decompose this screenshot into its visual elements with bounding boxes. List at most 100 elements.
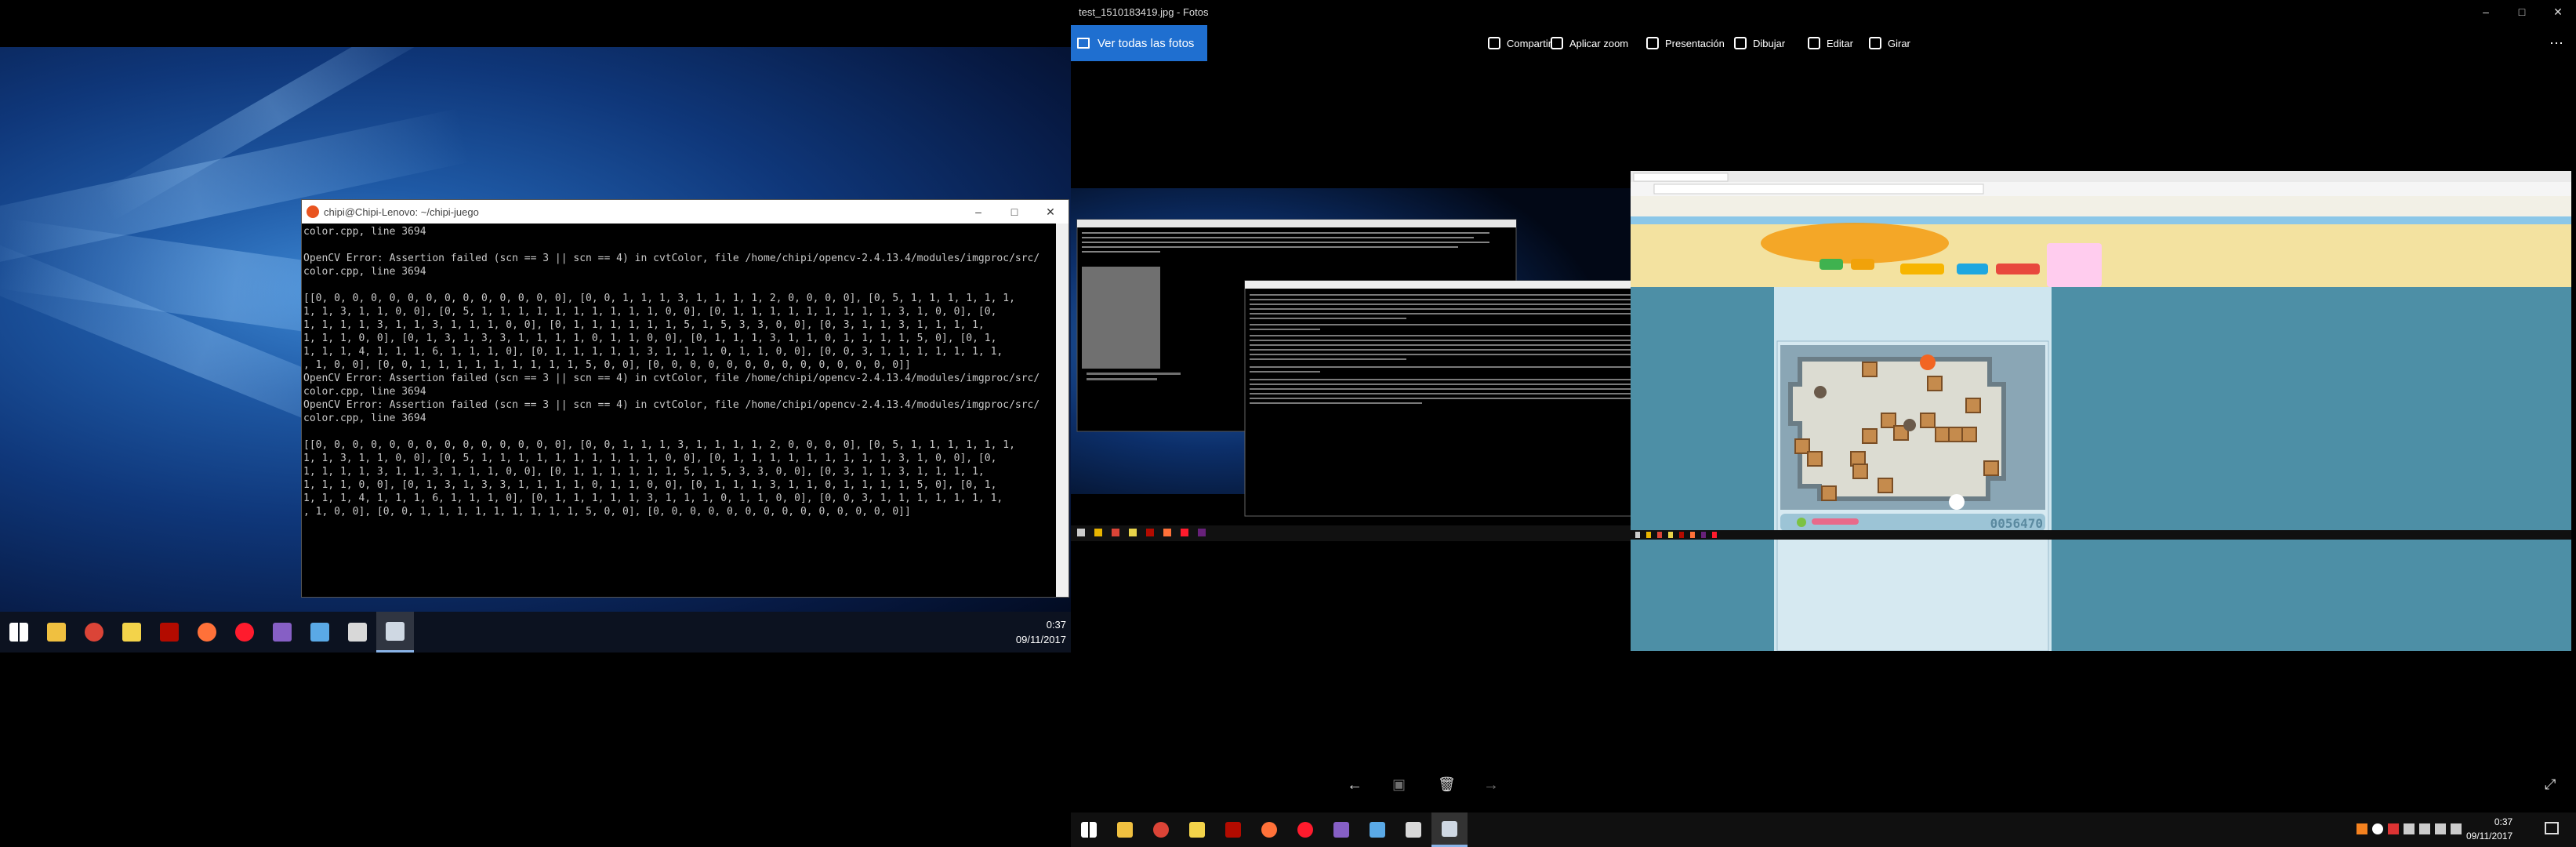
battery-icon[interactable] — [2404, 823, 2415, 834]
presentación-button[interactable]: Presentación — [1646, 25, 1725, 61]
terminal-line: 1, 1, 1, 4, 1, 1, 1, 6, 1, 1, 1, 0], [0,… — [303, 493, 1003, 504]
taskbar-notepad-button[interactable] — [1359, 812, 1395, 847]
taskbar-firefox-button[interactable] — [1251, 812, 1287, 847]
terminal-window[interactable]: chipi@Chipi-Lenovo: ~/chipi-juego – □ ✕ … — [301, 199, 1069, 598]
rotate-icon — [1869, 37, 1881, 49]
taskbar-chrome-button[interactable] — [1143, 812, 1179, 847]
terminal-line: OpenCV Error: Assertion failed (scn == 3… — [303, 373, 1040, 384]
clock-date: 09/11/2017 — [2466, 831, 2513, 842]
system-tray — [2356, 823, 2462, 834]
taskbar-opera-button[interactable] — [226, 612, 263, 653]
chrome-icon — [1153, 822, 1169, 838]
taskbar-firefox-button[interactable] — [188, 612, 226, 653]
clock-time: 0:37 — [1046, 619, 1066, 631]
minimize-button[interactable]: – — [2468, 5, 2504, 18]
taskbar-clock[interactable]: 0:37 09/11/2017 — [2466, 815, 2513, 843]
taskbar-sticky-notes-button[interactable] — [113, 612, 151, 653]
dibujar-button[interactable]: Dibujar — [1734, 25, 1785, 61]
file-explorer-icon — [47, 623, 66, 642]
photos-icon — [386, 621, 405, 641]
close-button[interactable]: ✕ — [2540, 5, 2576, 19]
photos-title: test_1510183419.jpg - Fotos — [1079, 5, 1209, 18]
tray-app-icon[interactable] — [2388, 823, 2399, 834]
terminal-line: 1, 1, 1, 1, 3, 1, 1, 3, 1, 1, 1, 0, 0], … — [303, 466, 985, 478]
compartir-button[interactable]: Compartir — [1488, 25, 1551, 61]
cloud-icon[interactable] — [2372, 823, 2383, 834]
minimize-button[interactable]: – — [960, 205, 996, 218]
taskbar-file-explorer-button[interactable] — [1107, 812, 1143, 847]
photos-icon — [1442, 820, 1457, 837]
taskbar-terminal-button[interactable] — [339, 612, 376, 653]
terminal-icon — [1406, 822, 1421, 838]
volume-icon[interactable] — [2435, 823, 2446, 834]
edit-icon — [1808, 37, 1820, 49]
photos-titlebar[interactable]: test_1510183419.jpg - Fotos – □ ✕ — [1071, 0, 2576, 24]
photos-app-window: test_1510183419.jpg - Fotos – □ ✕ Ver to… — [1071, 0, 2576, 847]
acrobat-icon — [1225, 822, 1241, 838]
terminal-titlebar[interactable]: chipi@Chipi-Lenovo: ~/chipi-juego – □ ✕ — [302, 200, 1068, 224]
windows-start-icon — [1081, 822, 1097, 838]
windows-start-icon — [9, 623, 28, 642]
terminal-line: 1, 1, 1, 1, 3, 1, 1, 3, 1, 1, 1, 0, 0], … — [303, 319, 985, 331]
fullscreen-icon[interactable]: ⤢ — [2545, 776, 2556, 793]
taskbar-acrobat-button[interactable] — [1215, 812, 1251, 847]
taskbar-file-explorer-button[interactable] — [38, 612, 75, 653]
ubuntu-icon — [307, 205, 319, 218]
taskbar-windows-start-button[interactable] — [0, 612, 38, 653]
taskbar-clock[interactable]: 0:37 09/11/2017 — [1016, 617, 1066, 647]
keyboard-icon[interactable] — [2451, 823, 2462, 834]
visual-studio-icon — [1333, 822, 1349, 838]
trash-icon[interactable]: 🗑 — [1438, 776, 1456, 793]
taskbar-sticky-notes-button[interactable] — [1179, 812, 1215, 847]
chrome-icon — [85, 623, 103, 642]
taskbar-notepad-button[interactable] — [301, 612, 339, 653]
maximize-button[interactable]: □ — [996, 205, 1032, 218]
taskbar-photos-button[interactable] — [1431, 812, 1468, 847]
terminal-line: color.cpp, line 3694 — [303, 226, 426, 238]
taskbar-opera-button[interactable] — [1287, 812, 1323, 847]
file-explorer-icon — [1117, 822, 1133, 838]
arrow-left-icon[interactable]: ← — [1347, 776, 1362, 794]
photo-image: 0056470 — [1071, 157, 2571, 651]
notifications-icon[interactable] — [2545, 822, 2559, 834]
terminal-line: 1, 1, 3, 1, 1, 0, 0], [0, 5, 1, 1, 1, 1,… — [303, 306, 997, 318]
taskbar-windows-start-button[interactable] — [1071, 812, 1107, 847]
taskbar-photos-button[interactable] — [376, 612, 414, 653]
taskbar-visual-studio-button[interactable] — [1323, 812, 1359, 847]
view-all-photos-button[interactable]: Ver todas las fotos — [1071, 25, 1207, 61]
clock-time: 0:37 — [2494, 816, 2513, 827]
crop-icon[interactable]: ▣ — [1392, 776, 1406, 793]
share-icon — [1488, 37, 1500, 49]
terminal-scrollbar[interactable] — [1056, 224, 1068, 597]
acrobat-icon — [160, 623, 179, 642]
terminal-output[interactable]: color.cpp, line 3694 OpenCV Error: Asser… — [302, 224, 1056, 597]
taskbar-terminal-button[interactable] — [1395, 812, 1431, 847]
terminal-icon — [348, 623, 367, 642]
terminal-line: 1, 1, 1, 0, 0], [0, 1, 3, 1, 3, 3, 1, 1,… — [303, 479, 997, 491]
app-tray-icon[interactable] — [2356, 823, 2367, 834]
photo-navigation: ← ▣ 🗑 → ⤢ — [1071, 776, 2576, 800]
terminal-line: , 1, 0, 0], [0, 0, 1, 1, 1, 1, 1, 1, 1, … — [303, 506, 911, 518]
arrow-right-icon[interactable]: → — [1483, 776, 1499, 794]
girar-button[interactable]: Girar — [1869, 25, 1910, 61]
more-options-button[interactable]: ⋯ — [2549, 25, 2563, 61]
terminal-line: , 1, 0, 0], [0, 0, 1, 1, 1, 1, 1, 1, 1, … — [303, 359, 911, 371]
taskbar: 0:37 09/11/2017 — [0, 612, 1071, 653]
terminal-line: OpenCV Error: Assertion failed (scn == 3… — [303, 399, 1040, 411]
maximize-button[interactable]: □ — [2504, 5, 2540, 18]
taskbar-chrome-button[interactable] — [75, 612, 113, 653]
taskbar-visual-studio-button[interactable] — [263, 612, 301, 653]
notepad-icon — [1370, 822, 1385, 838]
taskbar-right-screen: 0:37 09/11/2017 — [1071, 812, 2576, 847]
terminal-title: chipi@Chipi-Lenovo: ~/chipi-juego — [324, 205, 479, 218]
close-button[interactable]: ✕ — [1032, 205, 1068, 219]
slideshow-icon — [1646, 37, 1659, 49]
aplicar-zoom-button[interactable]: Aplicar zoom — [1551, 25, 1628, 61]
wifi-icon[interactable] — [2419, 823, 2430, 834]
clock-date: 09/11/2017 — [1015, 634, 1066, 645]
taskbar-acrobat-button[interactable] — [151, 612, 188, 653]
editar-button[interactable]: Editar — [1808, 25, 1853, 61]
terminal-line: color.cpp, line 3694 — [303, 413, 426, 424]
